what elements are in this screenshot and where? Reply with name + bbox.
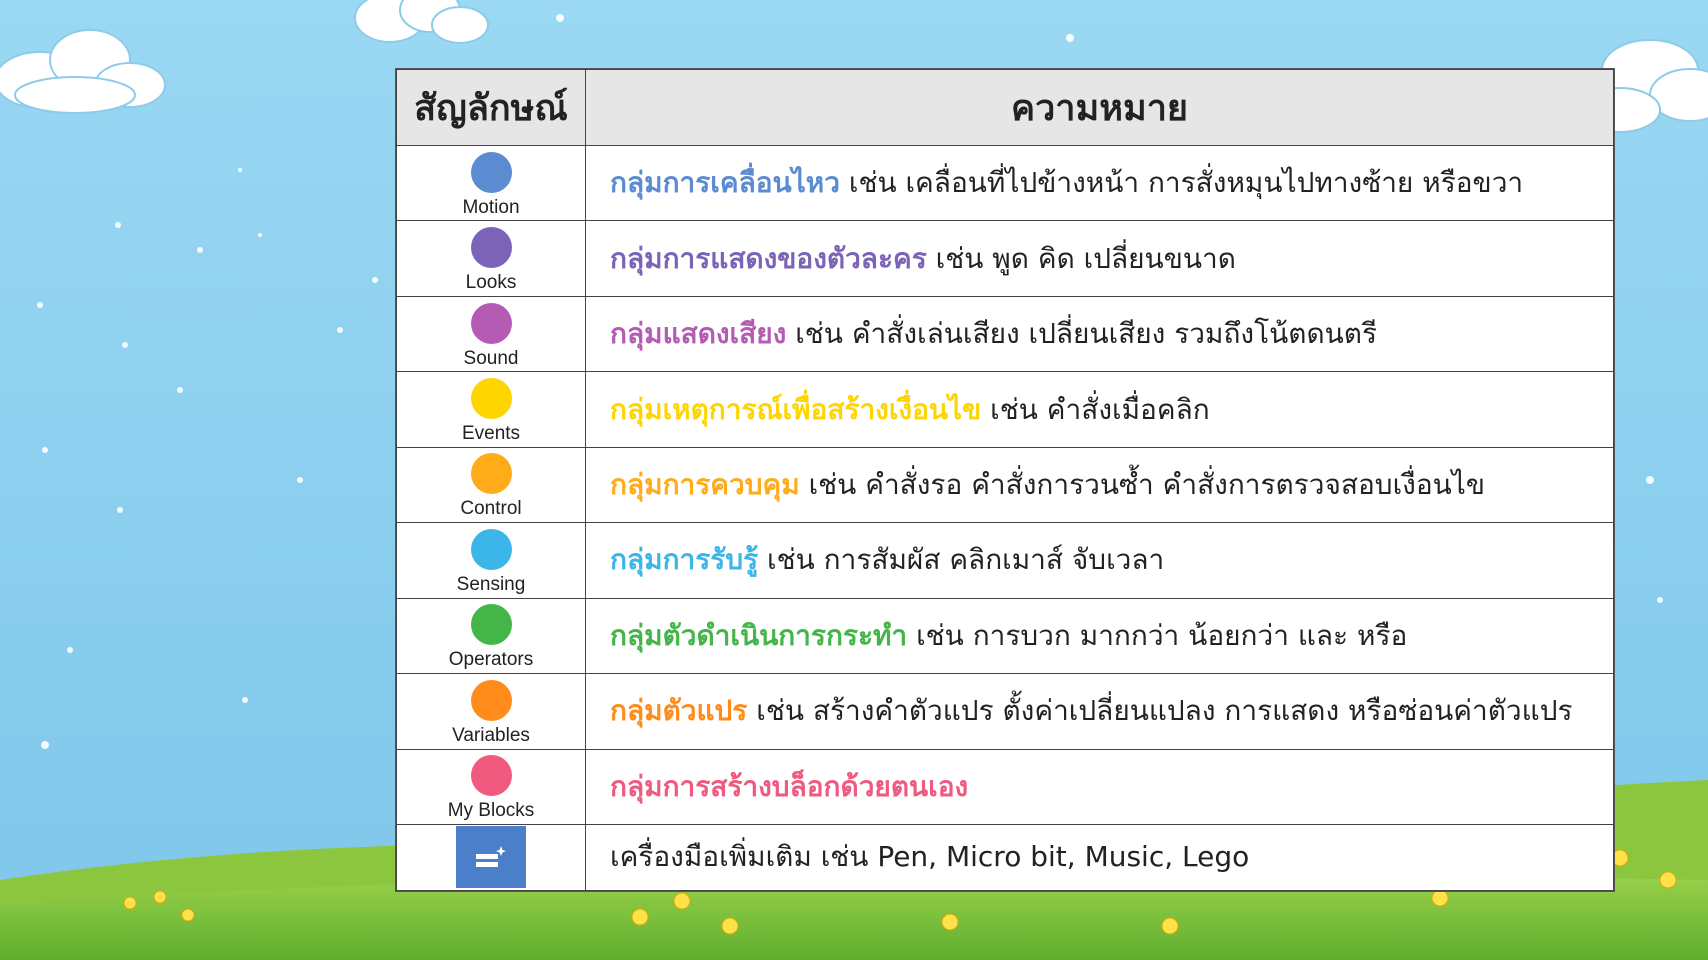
group-description: เช่น คำสั่งเล่นเสียง เปลี่ยนเสียง รวมถึง… [786,317,1377,351]
description-cell: กลุ่มการสร้างบล็อกด้วยตนเอง [585,748,1614,825]
legend-row: Variables กลุ่มตัวแปร เช่น สร้างคำตัวแปร … [396,673,1614,750]
group-name: กลุ่มตัวแปร [610,694,748,728]
legend-row: Events กลุ่มเหตุการณ์เพื่อสร้างเงื่อนไข เ… [396,371,1614,448]
symbol-cell: Variables [396,673,586,750]
group-description: เช่น พูด คิด เปลี่ยนขนาด [926,241,1236,275]
description-cell: กลุ่มการรับรู้ เช่น การสัมผัส คลิกเมาส์ … [585,522,1614,599]
extension-row: เครื่องมือเพิ่มเติม เช่น Pen, Micro bit,… [396,823,1614,892]
category-label: Sensing [456,573,526,595]
group-name: กลุ่มการแสดงของตัวละคร [610,241,927,275]
symbol-cell: Sound [396,295,586,373]
category-label: Events [461,423,521,445]
category-label: Control [460,498,522,520]
extension-description: เครื่องมือเพิ่มเติม เช่น Pen, Micro bit,… [585,823,1614,892]
category-label: Looks [465,272,517,294]
category-label: Motion [462,196,520,218]
legend-table: สัญลักษณ์ ความหมาย Motion กลุ่มการเคลื่อน… [396,69,1614,892]
legend-row: Control กลุ่มการควบคุม เช่น คำสั่งรอ คำสั… [396,446,1614,524]
category-dot-icon [470,528,512,570]
description-cell: กลุ่มการเคลื่อนไหว เช่น เคลื่อนที่ไปข้าง… [585,144,1614,222]
group-name: กลุ่มเหตุการณ์เพื่อสร้างเงื่อนไข [610,392,982,426]
header-row: สัญลักษณ์ ความหมาย [396,69,1614,146]
legend-row: Looks กลุ่มการแสดงของตัวละคร เช่น พูด คิด… [396,220,1614,297]
group-name: กลุ่มตัวดำเนินการกระทำ [610,618,908,652]
group-description: เช่น การสัมผัส คลิกเมาส์ จับเวลา [758,543,1165,577]
category-dot-icon [470,151,512,193]
legend-row: Sensing กลุ่มการรับรู้ เช่น การสัมผัส คลิ… [396,522,1614,599]
legend-row: Sound กลุ่มแสดงเสียง เช่น คำสั่งเล่นเสียง… [396,295,1614,373]
symbol-cell: Motion [396,144,586,222]
group-description: เช่น คำสั่งรอ คำสั่งการวนซ้ำ คำสั่งการตร… [799,467,1485,501]
header-symbol: สัญลักษณ์ [396,69,586,146]
category-dot-icon [470,679,512,721]
symbol-cell: Control [396,446,586,524]
category-label: Variables [452,724,530,746]
group-name: กลุ่มการรับรู้ [610,543,759,577]
description-cell: กลุ่มการควบคุม เช่น คำสั่งรอ คำสั่งการวน… [585,446,1614,524]
legend-row: My Blocks กลุ่มการสร้างบล็อกด้วยตนเอง [396,748,1614,825]
group-description: เช่น คำสั่งเมื่อคลิก [981,392,1210,426]
group-name: กลุ่มการควบคุม [610,467,800,501]
extension-symbol-cell [396,823,586,892]
symbol-cell: Looks [396,220,586,297]
description-cell: กลุ่มแสดงเสียง เช่น คำสั่งเล่นเสียง เปลี… [585,295,1614,373]
category-dot-icon [470,604,512,646]
symbol-cell: My Blocks [396,748,586,825]
group-description: เช่น การบวก มากกว่า น้อยกว่า และ หรือ [907,618,1408,652]
legend-rows: Motion กลุ่มการเคลื่อนไหว เช่น เคลื่อนที่… [396,144,1614,825]
symbol-cell: Sensing [396,522,586,599]
symbol-cell: Operators [396,597,586,675]
category-label: My Blocks [447,800,535,822]
description-cell: กลุ่มตัวดำเนินการกระทำ เช่น การบวก มากกว… [585,597,1614,675]
group-name: กลุ่มการเคลื่อนไหว [610,166,840,200]
category-dot-icon [470,227,512,269]
legend-row: Motion กลุ่มการเคลื่อนไหว เช่น เคลื่อนที่… [396,144,1614,222]
category-dot-icon [470,378,512,420]
category-dot-icon [470,755,512,797]
header-meaning: ความหมาย [585,69,1614,146]
description-cell: กลุ่มตัวแปร เช่น สร้างคำตัวแปร ตั้งค่าเป… [585,673,1614,750]
group-name: กลุ่มการสร้างบล็อกด้วยตนเอง [610,769,969,803]
description-cell: กลุ่มเหตุการณ์เพื่อสร้างเงื่อนไข เช่น คำ… [585,371,1614,448]
symbol-cell: Events [396,371,586,448]
category-dot-icon [470,453,512,495]
group-description: เช่น สร้างคำตัวแปร ตั้งค่าเปลี่ยนแปลง กา… [747,694,1573,728]
legend-table-container: สัญลักษณ์ ความหมาย Motion กลุ่มการเคลื่อน… [395,68,1615,892]
category-label: Operators [448,649,534,671]
legend-row: Operators กลุ่มตัวดำเนินการกระทำ เช่น การ… [396,597,1614,675]
group-description: เช่น เคลื่อนที่ไปข้างหน้า การสั่งหมุนไปท… [839,166,1524,200]
extension-icon [456,826,526,889]
description-cell: กลุ่มการแสดงของตัวละคร เช่น พูด คิด เปลี… [585,220,1614,297]
category-label: Sound [463,347,519,369]
group-name: กลุ่มแสดงเสียง [610,317,787,351]
category-dot-icon [470,302,512,344]
